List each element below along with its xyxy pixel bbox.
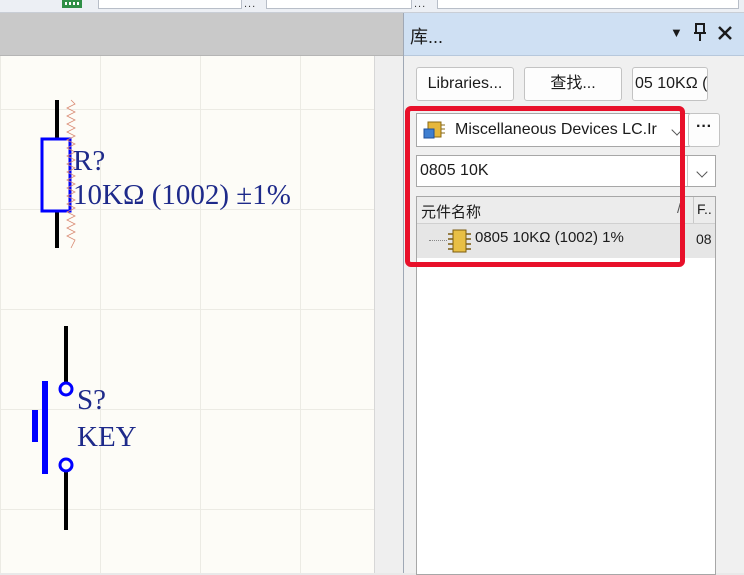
switch-contact-top [58, 381, 74, 397]
panel-menu-icon[interactable]: ▼ [670, 21, 683, 45]
resistor-symbol[interactable]: R? 10KΩ (1002) ±1% [40, 99, 291, 249]
component-footprint: 08 [696, 231, 712, 247]
resistor-comment[interactable]: 10KΩ (1002) ±1% [73, 179, 291, 211]
schematic-canvas[interactable]: R? 10KΩ (1002) ±1% S? KEY [0, 0, 403, 573]
column-divider[interactable] [693, 197, 694, 223]
toolbar-overflow-2[interactable]: ... [414, 0, 426, 10]
libraries-button[interactable]: Libraries... [416, 67, 514, 101]
column-header-footprint[interactable]: F.. [697, 201, 712, 217]
library-panel: 库... ▼ Libraries... 查找... 05 10KΩ ( Misc… [403, 13, 744, 575]
place-button[interactable]: 05 10KΩ ( [632, 67, 708, 101]
chevron-down-icon[interactable] [697, 156, 709, 186]
pin-icon[interactable] [692, 21, 708, 45]
switch-designator[interactable]: S? [77, 384, 106, 416]
close-icon[interactable] [716, 21, 734, 45]
filter-divider [687, 156, 688, 186]
resistor-designator[interactable]: R? [73, 145, 105, 177]
switch-contact-bottom [58, 457, 74, 473]
switch-symbol[interactable]: S? KEY [32, 326, 137, 530]
highlight-box [405, 106, 685, 267]
resistor-body [40, 137, 72, 213]
switch-comment[interactable]: KEY [77, 421, 137, 453]
panel-header: 库... ▼ [404, 13, 744, 56]
more-options-button[interactable]: ··· [688, 113, 720, 147]
panel-title: 库... [410, 27, 444, 47]
search-button[interactable]: 查找... [524, 67, 622, 101]
toolbar-field-3[interactable] [437, 0, 739, 9]
